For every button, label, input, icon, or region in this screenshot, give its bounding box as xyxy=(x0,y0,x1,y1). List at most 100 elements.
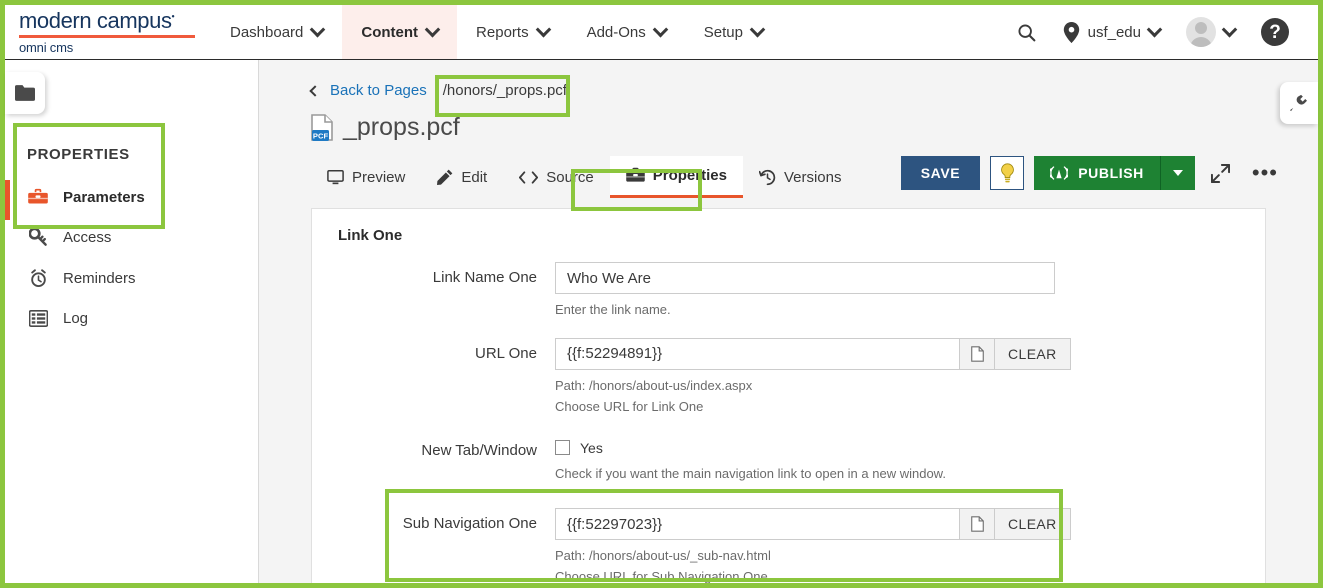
brand-logo-main: modern campus xyxy=(19,8,172,33)
toolbox-icon xyxy=(625,167,645,182)
sub-navigation-one-input[interactable] xyxy=(555,508,959,541)
field-help-path: Path: /honors/about-us/_sub-nav.html xyxy=(555,548,771,564)
tab-label: Versions xyxy=(783,168,842,186)
back-to-pages-link[interactable]: Back to Pages xyxy=(330,82,427,99)
search-icon xyxy=(1018,23,1036,41)
field-label: Sub Navigation One xyxy=(402,515,537,533)
search-button[interactable] xyxy=(1003,22,1050,43)
field-body: Yes Check if you want the main navigatio… xyxy=(555,435,1265,484)
field-label: Link Name One xyxy=(432,269,537,286)
nav-item-label: Content xyxy=(361,23,419,41)
input-line: CLEAR xyxy=(555,508,1237,541)
brand-logo[interactable]: modern campus• omni cms xyxy=(5,5,211,59)
tab-label: Preview xyxy=(352,168,406,186)
input-line: CLEAR xyxy=(555,337,1237,370)
nav-item-content[interactable]: Content xyxy=(342,5,458,59)
file-navigation-tab[interactable] xyxy=(5,72,45,114)
link-name-one-input[interactable] xyxy=(555,262,1055,294)
clear-label: CLEAR xyxy=(1008,516,1057,533)
publish-dropdown-toggle[interactable] xyxy=(1159,156,1195,190)
plug-icon xyxy=(1290,94,1307,112)
help-icon: ? xyxy=(1261,18,1289,46)
sidebar-heading: PROPERTIES xyxy=(27,146,130,163)
nav-item-label: Reports xyxy=(476,23,529,41)
sidebar-item-access[interactable]: Access xyxy=(5,217,258,258)
nav-item-add-ons[interactable]: Add-Ons xyxy=(568,5,685,59)
sidebar-item-reminders[interactable]: Reminders xyxy=(5,258,258,299)
log-list-icon xyxy=(27,310,49,327)
sidebar-list: PROPERTIES Parameters Access Reminders L… xyxy=(5,132,258,338)
monitor-icon xyxy=(327,169,344,184)
publish-button-label: PUBLISH xyxy=(1078,165,1144,181)
chevron-down-icon xyxy=(310,21,326,37)
field-help-text: Choose URL for Link One xyxy=(555,398,704,414)
tab-label: Edit xyxy=(461,168,488,186)
tab-preview[interactable]: Preview xyxy=(311,156,421,198)
expand-arrows-icon xyxy=(1210,163,1230,183)
properties-form-card: Link One Link Name One Enter the link na… xyxy=(311,208,1266,583)
nav-item-reports[interactable]: Reports xyxy=(457,5,568,59)
tab-versions[interactable]: Versions xyxy=(743,156,858,198)
sub-navigation-one-clear-button[interactable]: CLEAR xyxy=(995,508,1071,541)
nav-item-setup[interactable]: Setup xyxy=(685,5,782,59)
location-pin-icon xyxy=(1063,21,1079,43)
field-body: CLEAR Path: /honors/about-us/_sub-nav.ht… xyxy=(555,508,1265,583)
tab-edit[interactable]: Edit xyxy=(421,156,503,198)
nav-item-dashboard[interactable]: Dashboard xyxy=(211,5,342,59)
history-clock-icon xyxy=(758,169,776,185)
tab-properties[interactable]: Properties xyxy=(609,156,743,198)
top-navigation-bar: modern campus• omni cms Dashboard Conten… xyxy=(5,5,1318,60)
sidebar-item-label: Parameters xyxy=(63,188,145,206)
sidebar-item-label: Log xyxy=(63,310,89,327)
caret-down-icon xyxy=(1172,170,1183,176)
ellipsis-icon: ••• xyxy=(1251,160,1278,186)
document-icon xyxy=(970,346,984,362)
document-icon xyxy=(970,516,984,533)
top-nav-right-tools: usf_edu ? xyxy=(1003,5,1318,59)
field-help-path: Path: /honors/about-us/index.aspx xyxy=(555,377,753,393)
sidebar-item-parameters[interactable]: Parameters xyxy=(5,177,258,217)
url-one-clear-button[interactable]: CLEAR xyxy=(995,337,1071,370)
lightbulb-icon xyxy=(1000,162,1014,182)
site-selector[interactable]: usf_edu xyxy=(1050,21,1173,43)
sidebar-item-log[interactable]: Log xyxy=(5,299,258,338)
primary-nav-items: Dashboard Content Reports Add-Ons Setup xyxy=(211,5,782,59)
alarm-clock-icon xyxy=(27,269,49,288)
url-one-browse-button[interactable] xyxy=(959,337,995,370)
chevron-left-icon xyxy=(309,84,321,97)
nav-item-label: Setup xyxy=(703,23,743,41)
more-options-button[interactable]: ••• xyxy=(1246,160,1284,186)
publish-button[interactable]: PUBLISH xyxy=(1034,156,1195,190)
user-menu[interactable] xyxy=(1173,17,1248,47)
expand-button[interactable] xyxy=(1205,163,1236,183)
save-button[interactable]: SAVE xyxy=(900,156,981,190)
folder-icon xyxy=(15,85,35,101)
sub-navigation-one-browse-button[interactable] xyxy=(959,508,995,541)
broadcast-icon xyxy=(1050,166,1069,180)
breadcrumb-path: /honors/_props.pcf xyxy=(442,82,567,99)
sidebar-item-label: Access xyxy=(63,229,112,246)
svg-text:PCF: PCF xyxy=(313,131,329,140)
field-label: URL One xyxy=(475,344,537,362)
field-body: CLEAR Path: /honors/about-us/index.aspx … xyxy=(555,337,1265,417)
suggestions-button[interactable] xyxy=(990,156,1025,190)
nav-item-label: Add-Ons xyxy=(586,23,646,41)
url-one-input[interactable] xyxy=(555,337,959,370)
checkbox-label: Yes xyxy=(580,439,603,456)
help-button[interactable]: ? xyxy=(1248,18,1302,46)
tab-label: Source xyxy=(546,168,594,186)
app-root: modern campus• omni cms Dashboard Conten… xyxy=(0,0,1323,588)
main-content-area: Back to Pages /honors/_props.pcf PCF _pr… xyxy=(259,60,1318,583)
tab-source[interactable]: Source xyxy=(503,156,610,198)
nav-item-label: Dashboard xyxy=(230,23,304,41)
chevron-down-icon xyxy=(1221,21,1238,37)
tab-label: Properties xyxy=(652,167,727,184)
action-buttons: SAVE PUBLISH ••• xyxy=(900,156,1284,190)
new-tab-window-checkbox[interactable] xyxy=(555,440,570,456)
field-help-text: Check if you want the main navigation li… xyxy=(555,465,946,481)
clear-label: CLEAR xyxy=(1008,345,1057,362)
sidebar-item-label: Reminders xyxy=(63,270,136,287)
gadgets-panel-tab[interactable] xyxy=(1280,82,1318,124)
properties-sidebar: PROPERTIES Parameters Access Reminders L… xyxy=(5,60,259,583)
publish-button-main[interactable]: PUBLISH xyxy=(1034,165,1160,181)
